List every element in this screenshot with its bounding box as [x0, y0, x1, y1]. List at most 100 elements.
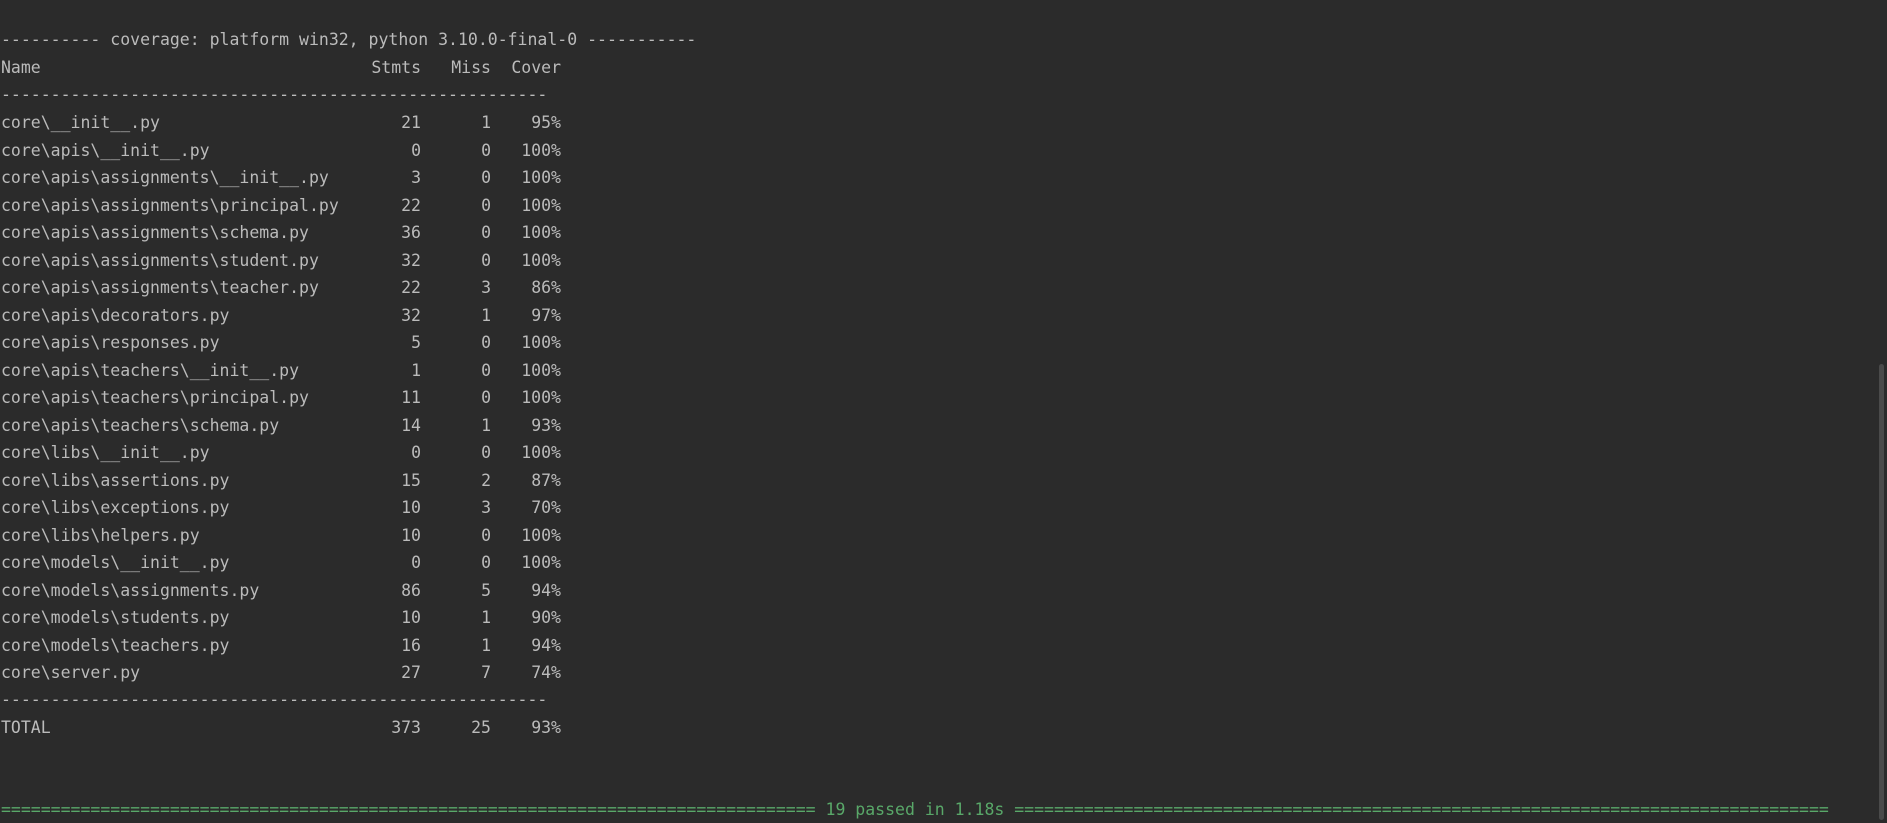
- total-cover: 93%: [531, 718, 561, 737]
- table-row: core\apis\assignments\teacher.py 22 3 86%: [1, 278, 561, 298]
- file-name: core\apis\assignments\student.py: [1, 250, 319, 270]
- miss-value: 1: [481, 415, 491, 435]
- miss-value: 1: [481, 635, 491, 655]
- table-row: core\apis\teachers\schema.py 14 1 93%: [1, 416, 561, 436]
- coverage-header: ---------- coverage: platform win32, pyt…: [1, 30, 697, 49]
- terminal-output[interactable]: ---------- coverage: platform win32, pyt…: [0, 0, 1876, 823]
- table-row: core\apis\teachers\__init__.py 1 0 100%: [1, 361, 561, 381]
- miss-value: 0: [481, 388, 491, 407]
- stmts-value: 32: [401, 305, 421, 325]
- miss-value: 7: [481, 663, 491, 682]
- table-row: core\libs\assertions.py 15 2 87%: [1, 471, 561, 491]
- miss-value: 5: [481, 580, 491, 600]
- stmts-value: 22: [401, 195, 421, 215]
- cover-value: 94%: [531, 580, 561, 600]
- column-miss-header: Miss: [451, 58, 491, 77]
- stmts-value: 14: [401, 415, 421, 435]
- cover-value: 100%: [521, 250, 561, 270]
- total-miss: 25: [471, 718, 491, 737]
- miss-value: 0: [481, 250, 491, 270]
- table-row: core\models\teachers.py 16 1 94%: [1, 636, 561, 656]
- scrollbar-thumb[interactable]: [1879, 364, 1884, 820]
- file-name: core\models\assignments.py: [1, 580, 260, 600]
- table-row: core\apis\decorators.py 32 1 97%: [1, 306, 561, 326]
- table-row: core\apis\teachers\principal.py 11 0 100%: [1, 388, 561, 408]
- file-name: core\models\students.py: [1, 608, 230, 627]
- file-name: core\apis\__init__.py: [1, 140, 210, 160]
- cover-value: 74%: [531, 663, 561, 682]
- stmts-value: 86: [401, 580, 421, 600]
- cover-value: 100%: [521, 333, 561, 352]
- vertical-scrollbar[interactable]: [1876, 0, 1887, 823]
- cover-value: 100%: [521, 443, 561, 462]
- miss-value: 3: [481, 498, 491, 517]
- file-name: core\apis\assignments\__init__.py: [1, 168, 329, 187]
- file-name: core\server.py: [1, 663, 141, 682]
- table-row: core\models\__init__.py 0 0 100%: [1, 553, 561, 573]
- cover-value: 100%: [521, 195, 561, 215]
- stmts-value: 16: [401, 635, 421, 655]
- table-header: Name Stmts Miss Cover: [1, 58, 561, 78]
- file-name: core\libs\__init__.py: [1, 443, 210, 462]
- stmts-value: 5: [411, 333, 421, 352]
- table-row: core\models\assignments.py 86 5 94%: [1, 581, 561, 601]
- cover-value: 87%: [531, 470, 561, 490]
- stmts-value: 22: [401, 278, 421, 297]
- miss-value: 3: [481, 278, 491, 297]
- file-name: core\models\teachers.py: [1, 635, 230, 655]
- cover-value: 100%: [521, 360, 561, 380]
- separator-bottom: ----------------------------------------…: [1, 690, 548, 709]
- file-name: core\libs\assertions.py: [1, 470, 230, 490]
- table-row: core\libs\__init__.py 0 0 100%: [1, 443, 561, 463]
- file-name: core\apis\assignments\teacher.py: [1, 278, 319, 297]
- total-label: TOTAL: [1, 718, 51, 737]
- cover-value: 100%: [521, 553, 561, 572]
- stmts-value: 36: [401, 223, 421, 242]
- file-name: core\apis\responses.py: [1, 333, 220, 352]
- file-name: core\models\__init__.py: [1, 553, 230, 572]
- stmts-value: 0: [411, 140, 421, 160]
- miss-value: 0: [481, 525, 491, 545]
- file-name: core\apis\teachers\schema.py: [1, 415, 280, 435]
- column-name-header: Name: [1, 58, 41, 77]
- total-stmts: 373: [391, 718, 421, 737]
- file-name: core\libs\helpers.py: [1, 525, 200, 545]
- test-summary: ========================================…: [1, 800, 1829, 819]
- table-row: core\apis\__init__.py 0 0 100%: [1, 141, 561, 161]
- separator-top: ----------------------------------------…: [1, 85, 548, 104]
- miss-value: 0: [481, 195, 491, 215]
- stmts-value: 10: [401, 525, 421, 545]
- file-name: core\apis\assignments\schema.py: [1, 223, 309, 242]
- stmts-value: 1: [411, 360, 421, 380]
- miss-value: 0: [481, 553, 491, 572]
- miss-value: 0: [481, 168, 491, 187]
- stmts-value: 10: [401, 608, 421, 627]
- cover-value: 100%: [521, 168, 561, 187]
- file-name: core\apis\assignments\principal.py: [1, 195, 339, 215]
- table-row: core\apis\assignments\principal.py 22 0 100…: [1, 196, 561, 216]
- stmts-value: 11: [401, 388, 421, 407]
- cover-value: 94%: [531, 635, 561, 655]
- table-row: core\apis\assignments\schema.py 36 0 100%: [1, 223, 561, 243]
- stmts-value: 0: [411, 443, 421, 462]
- cover-value: 70%: [531, 498, 561, 517]
- table-row: core\models\students.py 10 1 90%: [1, 608, 561, 628]
- stmts-value: 21: [401, 113, 421, 132]
- total-row: TOTAL 373 25 93%: [1, 718, 561, 738]
- miss-value: 0: [481, 443, 491, 462]
- cover-value: 100%: [521, 388, 561, 407]
- column-stmts-header: Stmts: [371, 58, 421, 77]
- miss-value: 0: [481, 333, 491, 352]
- cover-value: 100%: [521, 140, 561, 160]
- file-name: core\apis\teachers\principal.py: [1, 388, 309, 407]
- miss-value: 0: [481, 360, 491, 380]
- miss-value: 1: [481, 305, 491, 325]
- miss-value: 0: [481, 223, 491, 242]
- miss-value: 1: [481, 113, 491, 132]
- cover-value: 93%: [531, 415, 561, 435]
- cover-value: 95%: [531, 113, 561, 132]
- file-name: core\__init__.py: [1, 113, 160, 132]
- miss-value: 2: [481, 470, 491, 490]
- table-row: core\libs\helpers.py 10 0 100%: [1, 526, 561, 546]
- table-row: core\apis\responses.py 5 0 100%: [1, 333, 561, 353]
